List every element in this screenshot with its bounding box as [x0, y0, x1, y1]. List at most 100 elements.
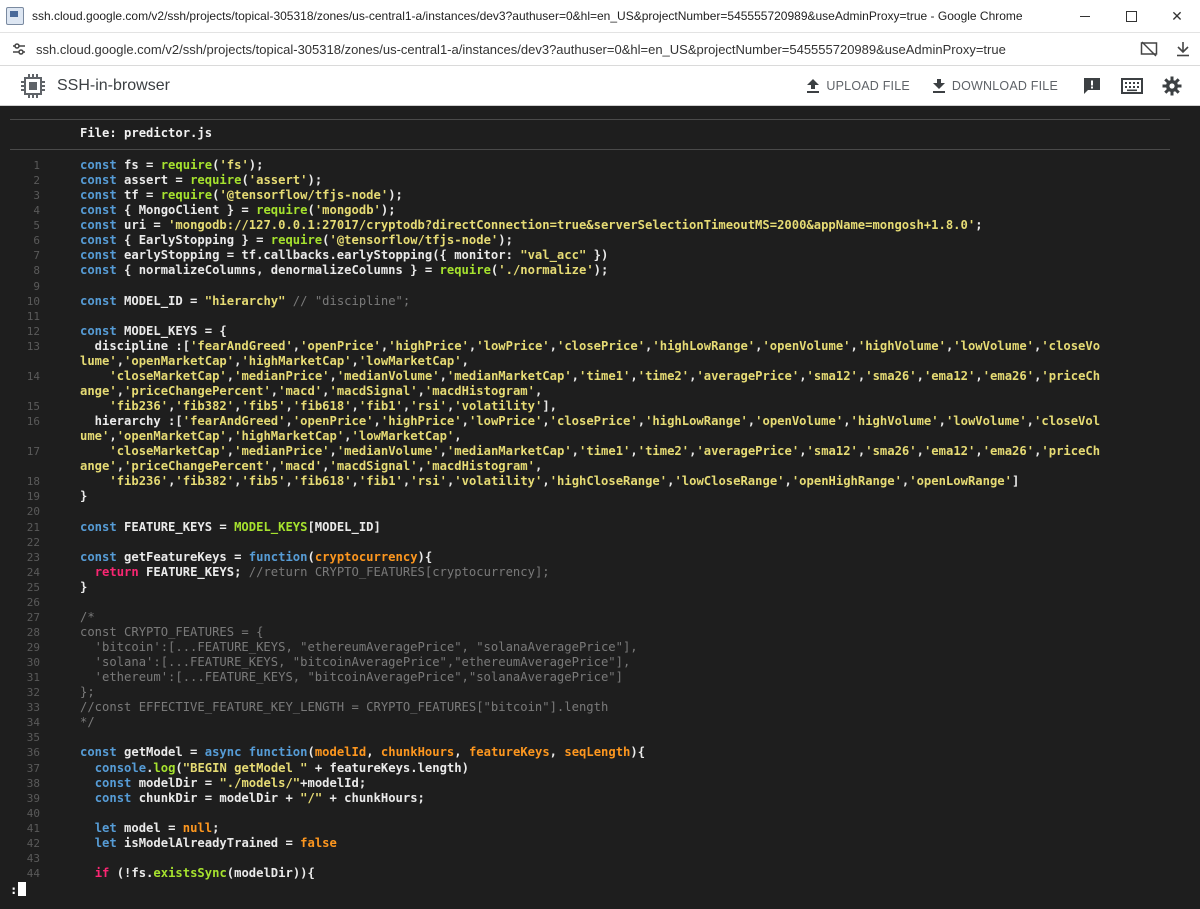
code-token: , [799, 368, 807, 383]
code-token: cryptocurrency [314, 549, 418, 564]
code-token: 'volatility' [454, 399, 543, 413]
code-token: ( [307, 549, 315, 564]
code-token: 'highMarketCap' [241, 353, 352, 368]
code-token: ( [307, 745, 315, 760]
code-token: } [80, 489, 88, 504]
code-text: const CRYPTO_FEATURES = { [80, 625, 1170, 640]
upload-file-label: UPLOAD FILE [826, 78, 910, 93]
header-bottom-rule [10, 149, 1170, 150]
code-token: , [454, 745, 469, 760]
code-token: FEATURE_KEYS; [138, 564, 249, 579]
code-token: lume' [80, 353, 117, 368]
code-text: const chunkDir = modelDir + "/" + chunkH… [80, 791, 1170, 806]
line-number: 19 [26, 490, 40, 504]
code-token: MODEL_ID = [116, 293, 205, 308]
code-line: 13 discipline :['fearAndGreed', 'openPric… [0, 339, 1200, 354]
file-header: File: predictor.js [80, 126, 213, 140]
upload-file-button[interactable]: UPLOAD FILE [806, 78, 910, 94]
code-token: modelId [314, 745, 367, 760]
code-token: 'highVolume' [857, 338, 946, 353]
maximize-button[interactable] [1108, 0, 1154, 32]
code-token: existsSync [153, 865, 227, 880]
code-token: 'macdSignal' [329, 459, 418, 474]
terminal[interactable]: File: predictor.js 1 const fs = require('… [0, 106, 1200, 909]
url-field[interactable]: ssh.cloud.google.com/v2/ssh/projects/top… [36, 42, 1132, 57]
code-token: featureKeys [468, 745, 550, 760]
code-token: 'openVolume' [762, 338, 851, 353]
code-token: 'lowPrice' [476, 338, 550, 353]
code-token: , [322, 459, 330, 474]
code-token: { normalizeColumns, denormalizeColumns }… [116, 263, 440, 278]
code-token: 'ethereum':[...FEATURE_KEYS, "bitcoinAve… [80, 670, 623, 685]
code-text: 'fib236','fib382','fib5','fib618','fib1'… [80, 474, 1170, 489]
code-token: 'time1' [579, 444, 631, 459]
code-token: 'highVolume' [850, 414, 939, 429]
code-token: isModelAlreadyTrained = [116, 835, 301, 850]
code-token: , [542, 414, 550, 429]
code-token: FEATURE_KEYS = [116, 519, 235, 534]
code-token: const [80, 158, 117, 172]
code-token: 'macdHistogram' [424, 459, 535, 474]
code-token: function [248, 549, 308, 564]
code-token: , [329, 368, 337, 383]
line-number: 28 [26, 625, 40, 639]
code-token: 'lowMarketCap' [351, 429, 455, 444]
code-token: const [80, 218, 117, 233]
code-token: 'fib1' [358, 474, 403, 489]
code-token: 'macd' [278, 459, 323, 474]
code-token: hierarchy :[ [80, 414, 183, 429]
code-token: earlyStopping = tf.callbacks.earlyStoppi… [116, 248, 521, 263]
cast-button[interactable] [1132, 33, 1166, 65]
maximize-icon [1125, 10, 1137, 22]
download-file-button[interactable]: DOWNLOAD FILE [932, 78, 1058, 94]
code-token: let [94, 835, 117, 850]
line-number: 26 [26, 595, 40, 609]
code-token: let [94, 820, 117, 835]
code-token: const [80, 263, 117, 278]
code-text: const assert = require('assert'); [80, 173, 1170, 188]
code-token: 'priceCh [1041, 368, 1101, 383]
close-window-button[interactable]: ✕ [1154, 0, 1200, 32]
pager-prompt[interactable]: : [10, 882, 27, 897]
chip-icon [21, 73, 45, 98]
minimize-button[interactable] [1062, 0, 1108, 32]
code-token: ){ [417, 549, 433, 564]
keyboard-button[interactable] [1120, 74, 1144, 98]
code-line: 11 [0, 309, 1200, 324]
code-token: 'highPrice' [388, 338, 469, 353]
code-text: const { normalizeColumns, denormalizeCol… [80, 263, 1170, 278]
code-token: 'priceChangePercent' [124, 383, 271, 398]
code-token: ume' [80, 429, 110, 444]
code-line: 29 'bitcoin':[...FEATURE_KEYS, "ethereum… [0, 640, 1200, 655]
code-token: 'medianMarketCap' [446, 368, 572, 383]
code-line: lume','openMarketCap','highMarketCap','l… [0, 354, 1200, 369]
code-token: const CRYPTO_FEATURES = { [80, 624, 264, 639]
settings-button[interactable] [1160, 74, 1184, 98]
code-token: 'averagePrice' [696, 368, 800, 383]
code-token: , [534, 459, 543, 474]
site-settings-icon[interactable] [10, 40, 28, 58]
code-token: '@tensorflow/tfjs-node' [219, 188, 389, 203]
line-number: 32 [26, 686, 40, 700]
feedback-button[interactable] [1080, 74, 1104, 98]
code-line: 35 [0, 730, 1200, 745]
line-number: 12 [26, 324, 40, 338]
code-token: , [461, 414, 469, 429]
code-token: ); [498, 233, 513, 248]
code-token: ], [542, 399, 558, 413]
downloads-button[interactable] [1166, 33, 1200, 65]
code-token: // "discipline"; [285, 293, 411, 308]
line-number: 13 [26, 339, 40, 353]
code-token: require [256, 203, 308, 218]
code-line: 14 'closeMarketCap','medianPrice','media… [0, 369, 1200, 384]
code-line: 26 [0, 595, 1200, 610]
code-token: 'bitcoin':[...FEATURE_KEYS, "ethereumAve… [80, 640, 638, 654]
code-token: 'fib618' [292, 399, 352, 413]
code-token: 'openPrice' [300, 338, 381, 353]
code-token: MODEL_KEYS [234, 519, 308, 534]
code-token: 'priceCh [1041, 444, 1101, 459]
